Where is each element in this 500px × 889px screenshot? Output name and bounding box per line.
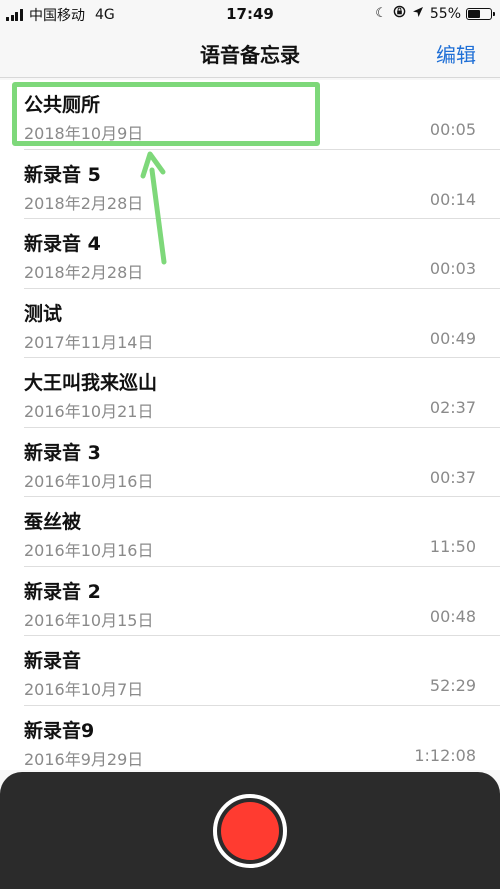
record-dot-icon <box>221 802 279 860</box>
recording-duration: 00:14 <box>429 189 476 209</box>
recording-row[interactable]: 新录音 5 2018年2月28日 00:14 <box>24 150 500 219</box>
recording-duration: 1:12:08 <box>414 745 476 765</box>
recording-name: 新录音9 <box>24 719 95 742</box>
recording-row[interactable]: 新录音 2016年10月7日 52:29 <box>24 636 500 706</box>
recording-row[interactable]: 新录音 2 2016年10月15日 00:48 <box>24 567 500 636</box>
recording-duration: 00:49 <box>429 328 476 348</box>
recording-name: 新录音 2 <box>24 580 101 603</box>
recording-date: 2018年2月28日 <box>24 263 144 282</box>
record-panel <box>0 772 500 889</box>
recording-row[interactable]: 大王叫我来巡山 2016年10月21日 02:37 <box>24 358 500 428</box>
location-arrow-icon <box>412 6 424 22</box>
recording-date: 2016年10月16日 <box>24 541 154 560</box>
recording-duration: 00:05 <box>429 120 476 139</box>
recording-row[interactable]: 新录音 4 2018年2月28日 00:03 <box>24 219 500 289</box>
recording-name: 大王叫我来巡山 <box>24 372 158 394</box>
recording-duration: 00:48 <box>429 606 476 626</box>
recording-duration: 11:50 <box>429 537 476 556</box>
recording-date: 2016年10月7日 <box>24 680 144 699</box>
battery-icon <box>466 7 495 20</box>
recording-duration: 00:03 <box>429 259 476 278</box>
page-title: 语音备忘录 <box>200 43 300 67</box>
recording-date: 2016年10月21日 <box>24 402 154 421</box>
battery-percent: 55% <box>429 5 461 22</box>
edit-button[interactable]: 编辑 <box>436 39 476 68</box>
recording-date: 2018年2月28日 <box>24 193 144 213</box>
highlight-box <box>12 82 320 146</box>
recording-name: 新录音 4 <box>24 233 101 255</box>
recording-name: 蚕丝被 <box>24 511 82 533</box>
moon-icon: ☾ <box>375 6 387 21</box>
status-right: ☾ 55% <box>375 5 495 22</box>
recording-row[interactable]: 新录音9 2016年9月29日 1:12:08 <box>24 706 500 771</box>
nav-bar: 语音备忘录 编辑 <box>0 28 500 78</box>
record-button[interactable] <box>213 794 287 868</box>
recording-name: 测试 <box>24 302 63 325</box>
recording-row[interactable]: 蚕丝被 2016年10月16日 11:50 <box>24 497 500 567</box>
recording-date: 2016年10月16日 <box>24 471 154 491</box>
recording-name: 新录音 3 <box>24 441 101 464</box>
recording-name: 新录音 <box>24 650 82 672</box>
recording-duration: 02:37 <box>429 398 476 417</box>
lock-rotation-icon <box>393 5 406 22</box>
battery-fill <box>468 9 481 18</box>
recording-date: 2016年10月15日 <box>24 610 154 630</box>
recording-name: 新录音 5 <box>24 163 101 186</box>
recordings-list: 公共厕所 2018年10月9日 00:05 新录音 5 2018年2月28日 00:14 新… <box>0 80 500 770</box>
recording-date: 2017年11月14日 <box>24 332 154 352</box>
recording-date: 2016年9月29日 <box>24 749 144 769</box>
recording-row[interactable]: 新录音 3 2016年10月16日 00:37 <box>24 428 500 497</box>
status-bar: 中国移动 4G 17:49 ☾ 55% <box>0 0 500 28</box>
recording-row[interactable]: 测试 2017年11月14日 00:49 <box>24 289 500 358</box>
recording-duration: 52:29 <box>429 676 476 695</box>
recording-duration: 00:37 <box>429 467 476 487</box>
